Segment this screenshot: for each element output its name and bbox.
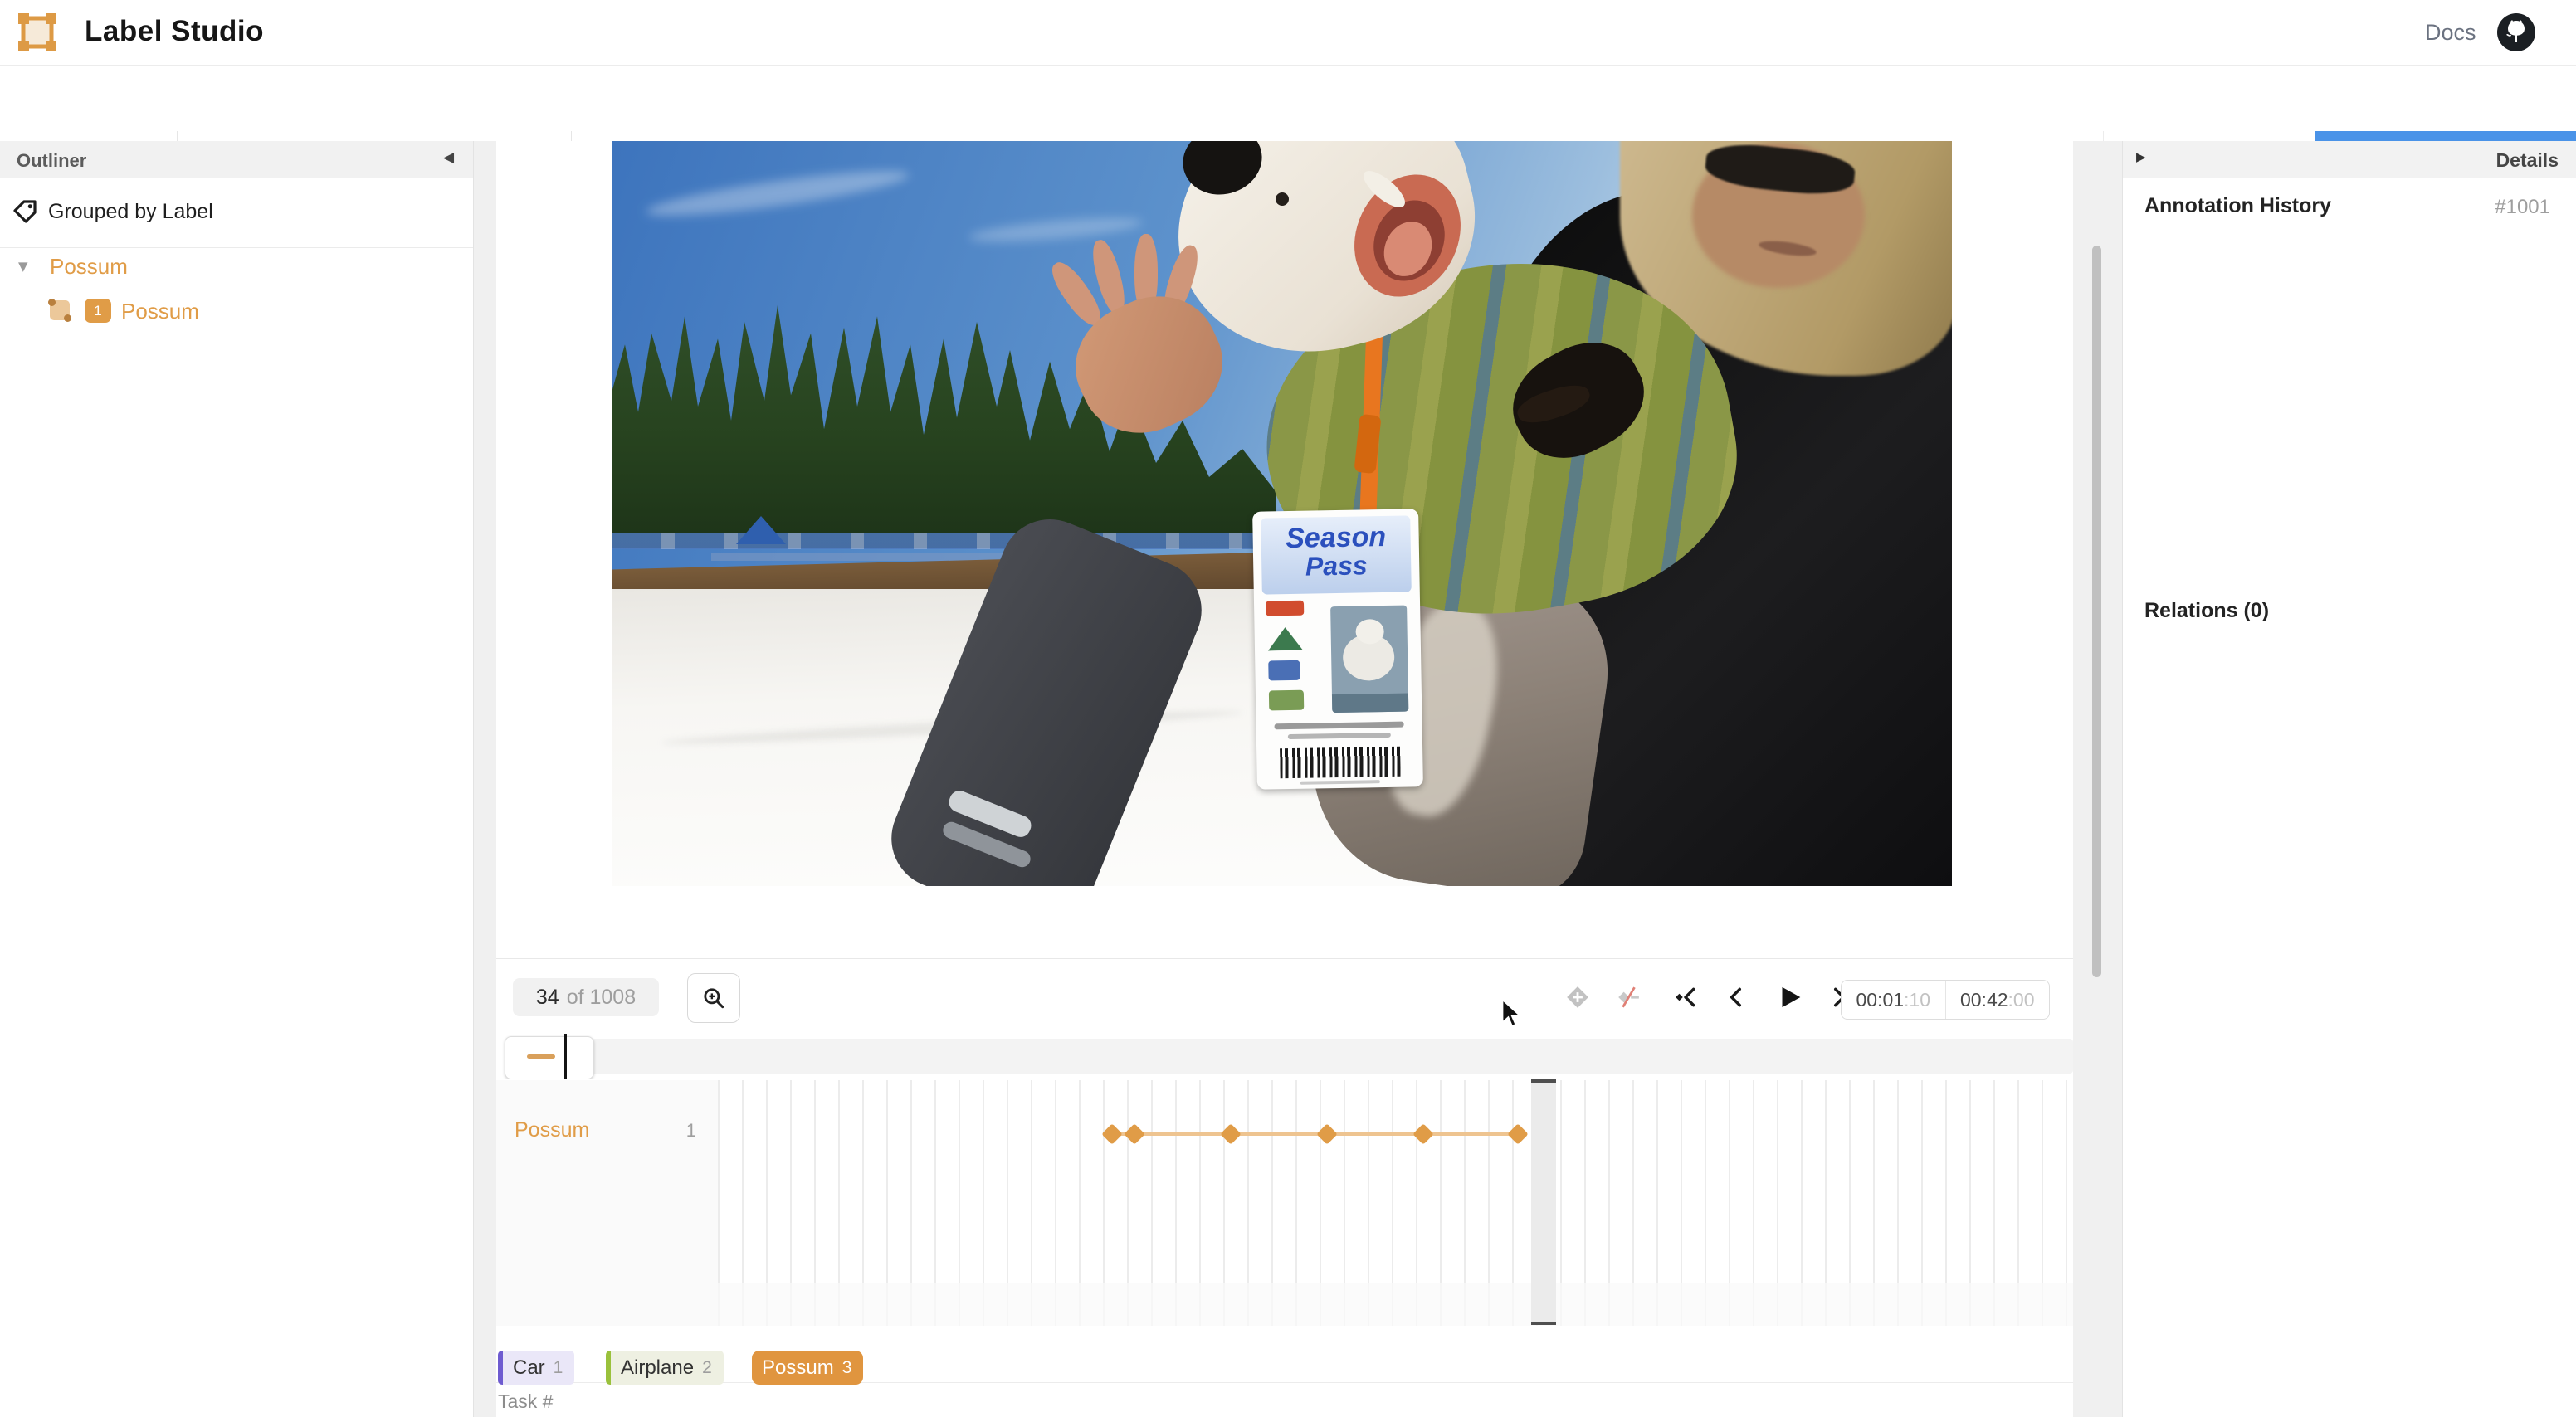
collapse-panel-icon[interactable]: ◀ (443, 151, 454, 165)
timeline[interactable]: Possum 1 (496, 1079, 2073, 1326)
label-chip-possum-selected[interactable]: Possum 3 (752, 1351, 863, 1385)
play-button[interactable] (1772, 980, 1807, 1015)
timeline-playhead[interactable] (1531, 1079, 1556, 1325)
current-time-value: 00:01 (1856, 989, 1904, 1011)
prev-frame-icon[interactable] (1720, 981, 1752, 1013)
details-panel: ▶ Details Annotation History #1001 Relat… (2122, 141, 2576, 1417)
annotation-history-id: #1001 (2495, 196, 2550, 219)
docs-link[interactable]: Docs (2425, 20, 2476, 46)
fence-layer (612, 533, 1267, 549)
timeline-minimap[interactable] (505, 1039, 2073, 1074)
video-controls-bar: 34 of 1008 (496, 958, 2073, 1034)
label-hotkey: 1 (554, 1358, 564, 1378)
labels-divider (496, 1382, 2073, 1383)
keyframe-add-icon[interactable] (1562, 981, 1593, 1013)
label-chip-car[interactable]: Car 1 (498, 1351, 574, 1385)
badge-header: Season Pass (1261, 515, 1412, 594)
badge-logo-blue (1268, 660, 1300, 681)
frame-counter[interactable]: 34 of 1008 (513, 978, 659, 1016)
badge-logo-green (1269, 690, 1304, 711)
timeline-track-labels: Possum 1 (496, 1080, 719, 1326)
current-time-frames: :10 (1904, 989, 1930, 1011)
region-bbox-icon (48, 299, 71, 322)
video-frame[interactable]: Season Pass (612, 141, 1952, 886)
expand-panel-icon[interactable]: ▶ (2136, 151, 2146, 163)
playhead-cap-bottom (1531, 1322, 1556, 1325)
total-time-frames: :00 (2008, 989, 2035, 1011)
label-name: Possum (762, 1356, 834, 1380)
app-header: Label Studio Docs (0, 0, 2576, 66)
tree-expand-icon[interactable]: ▼ (18, 261, 28, 273)
scrollbar-thumb[interactable] (2092, 246, 2101, 977)
label-studio-logo-icon[interactable] (18, 13, 56, 51)
badge-photo (1330, 606, 1408, 713)
interpolation-toggle-icon[interactable] (1612, 981, 1644, 1013)
editor-card: Season Pass 34 (496, 141, 2073, 1417)
badge-barcode (1280, 747, 1401, 779)
frame-total: of 1008 (567, 986, 636, 1010)
outliner-title: Outliner (17, 150, 86, 172)
badge-logo-mountain (1268, 627, 1303, 651)
label-studio-app: Label Studio Docs #9pb8Lgs2iv AD Admin #… (0, 0, 2576, 1417)
label-hotkey: 2 (702, 1358, 712, 1378)
keyframe-connector (1112, 1132, 1518, 1136)
label-name: Car (513, 1356, 545, 1380)
region-index-badge: 1 (85, 299, 111, 323)
track-count: 1 (686, 1120, 696, 1142)
label-hotkey: 3 (842, 1358, 852, 1378)
frame-current: 34 (536, 986, 559, 1010)
details-header: ▶ Details (2123, 141, 2576, 178)
label-name: Airplane (621, 1356, 694, 1380)
badge-text-line (1288, 733, 1391, 739)
current-time[interactable]: 00:01:10 (1842, 981, 1945, 1019)
badge-text-line (1300, 780, 1380, 785)
annotation-toolbar: #9pb8Lgs2iv AD Admin #1001 created, 23 m… (0, 66, 2576, 142)
grouping-row[interactable]: Grouped by Label (0, 178, 473, 248)
minimap-viewport[interactable] (505, 1036, 594, 1079)
minimap-playhead[interactable] (564, 1034, 567, 1080)
label-chip-airplane[interactable]: Airplane 2 (606, 1351, 724, 1385)
tree-group-row[interactable]: ▼ Possum (0, 247, 473, 290)
github-icon[interactable] (2496, 12, 2536, 52)
details-title: Details (2496, 149, 2559, 172)
outliner-panel: Outliner ◀ Grouped by Label ▼ Possum 1 P… (0, 141, 474, 1417)
tree-group-label: Possum (50, 254, 128, 280)
app-title: Label Studio (85, 15, 264, 48)
badge-logo-red (1266, 601, 1304, 616)
label-color-bar (498, 1351, 503, 1385)
time-display: 00:01:10 00:42:00 (1841, 980, 2050, 1020)
badge-text-line (1275, 722, 1404, 730)
track-label[interactable]: Possum (515, 1118, 589, 1142)
label-color-bar (606, 1351, 611, 1385)
total-time-value: 00:42 (1960, 989, 2008, 1011)
mouse-cursor (1499, 998, 1527, 1031)
task-footer-label: Task # (498, 1390, 553, 1413)
prev-keyframe-icon[interactable] (1670, 981, 1701, 1013)
grouping-label: Grouped by Label (48, 200, 213, 224)
tree-region-row[interactable]: 1 Possum (0, 292, 473, 337)
possum-eye (1276, 192, 1289, 206)
zoom-button[interactable] (687, 973, 740, 1023)
total-time: 00:42:00 (1945, 981, 2050, 1019)
tree-region-label: Possum (121, 299, 199, 324)
tent-layer (736, 516, 786, 544)
annotation-history-title: Annotation History (2144, 194, 2331, 218)
tag-icon (12, 198, 38, 225)
badge-line2: Pass (1261, 549, 1412, 582)
season-pass-badge: Season Pass (1252, 509, 1423, 789)
minimap-keyframe-range (527, 1054, 555, 1059)
timeline-grid-fade (718, 1283, 2073, 1326)
relations-title: Relations (0) (2144, 599, 2269, 623)
outliner-header: Outliner ◀ (0, 141, 473, 178)
playhead-cap-top (1531, 1079, 1556, 1083)
